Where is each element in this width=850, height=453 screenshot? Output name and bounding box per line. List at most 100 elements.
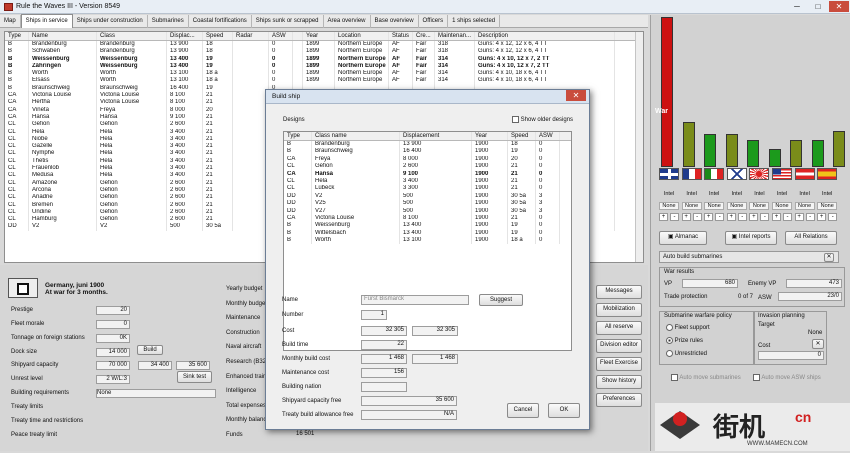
table-row[interactable]: B Elsass Wörth 13 100 18 a 0 1899 Northern Euro… [5, 77, 643, 85]
table-row-cell: 314 [435, 62, 475, 71]
fleet-support-radio[interactable] [666, 324, 673, 331]
field-value-6: None [96, 389, 216, 398]
dialog-close-button[interactable]: ✕ [566, 90, 586, 101]
table-row-cell [293, 55, 303, 63]
design-row-cell: 18 a [508, 237, 536, 245]
design-row[interactable]: CL Gefion 2 600 1900 21 0 [284, 163, 571, 171]
fleet-table-scrollbar[interactable] [635, 32, 643, 262]
auto-move-asw[interactable]: Auto move ASW ships [753, 374, 821, 381]
tab-ships-in-service[interactable]: Ships in service [20, 14, 73, 28]
almanac-icon: ▣ [667, 234, 675, 240]
intel-plus-button[interactable]: + [681, 213, 691, 221]
invasion-toggle[interactable]: ✕ [812, 339, 824, 349]
table-row[interactable]: B Brandenburg Brandenburg 13 900 18 0 1899 Nort… [5, 41, 643, 49]
table-row[interactable]: B Wörth Wörth 13 100 18 a 0 1899 Northern Europ… [5, 70, 643, 78]
design-row[interactable]: DD V2 500 1900 30 5a 3 [284, 192, 571, 201]
intel-minus-button[interactable]: - [692, 213, 702, 221]
tab-officers[interactable]: Officers [419, 15, 449, 28]
table-row-cell: Northern Europe [335, 70, 389, 78]
table-row-cell: 13 100 [167, 70, 203, 78]
design-row[interactable]: CL Hela 3 400 1900 21 0 [284, 177, 571, 186]
design-row[interactable]: CA Hansa 9 100 1900 21 0 [284, 170, 571, 178]
table-row-cell: Hertha [29, 99, 97, 107]
intel-plus-button[interactable]: + [704, 213, 714, 221]
auto-build-toggle[interactable]: ✕ [824, 253, 834, 262]
table-row-cell: Gefion [97, 216, 167, 224]
ok-button[interactable]: OK [548, 403, 580, 418]
minimize-button[interactable]: ─ [787, 1, 807, 12]
designs-header-row-cell: Type [284, 132, 312, 140]
table-row[interactable]: B Weissenburg Weissenburg 13 400 19 0 1899 Nort… [5, 55, 643, 63]
tab-base-overview[interactable]: Base overview [371, 15, 419, 28]
design-row-cell: 3 300 [400, 185, 472, 193]
close-button[interactable]: ✕ [829, 1, 849, 12]
tab-ships-under-construction[interactable]: Ships under construction [73, 15, 148, 28]
intel-minus-button[interactable]: - [670, 213, 679, 221]
design-row[interactable]: B Braunschweig 16 400 1900 19 0 [284, 148, 571, 156]
table-row-cell: Braunschweig [29, 84, 97, 93]
design-name-input[interactable]: Fürst Bismarck [361, 295, 469, 305]
intel-minus-button[interactable]: - [715, 213, 725, 221]
design-row[interactable]: B Brandenburg 13 900 1900 18 0 [284, 141, 571, 149]
design-row[interactable]: CL Lübeck 3 300 1900 21 0 [284, 185, 571, 193]
prize-rules-radio[interactable] [666, 337, 673, 344]
side-button-6[interactable]: Preferences [596, 393, 642, 407]
auto-move-subs[interactable]: Auto move submarines [671, 374, 741, 381]
side-button-2[interactable]: All reserve [596, 321, 642, 335]
fleet-support-option[interactable]: Fleet support [666, 324, 710, 331]
intel-plus-button[interactable]: + [749, 213, 759, 221]
prize-rules-option[interactable]: Prize rules [666, 337, 703, 344]
intel-minus-button[interactable]: - [783, 213, 792, 221]
design-row[interactable]: CA Freya 8 000 1900 20 0 [284, 155, 571, 164]
unrestricted-option[interactable]: Unrestricted [666, 350, 707, 357]
design-row-cell: 1900 [472, 237, 508, 245]
cancel-button[interactable]: Cancel [507, 403, 539, 418]
show-older-checkbox[interactable] [512, 116, 519, 123]
side-button-4[interactable]: Fleet Exercise [596, 357, 642, 371]
table-row-cell: V2 [29, 223, 97, 231]
intel-minus-button[interactable]: - [805, 213, 815, 221]
intel-reports-button[interactable]: ▣ Intel reports [725, 231, 777, 245]
design-row[interactable]: B Weissenburg 13 400 1900 19 0 [284, 222, 571, 230]
tab-area-overview[interactable]: Area overview [324, 15, 371, 28]
side-button-0[interactable]: Messages [596, 285, 642, 299]
table-row[interactable]: B Schwaben Brandenburg 13 900 18 0 1899 Norther… [5, 48, 643, 56]
budget-label-5: Research (B32) [226, 359, 269, 365]
unrestricted-radio[interactable] [666, 350, 673, 357]
side-button-1[interactable]: Mobilization [596, 303, 642, 317]
table-row[interactable]: B Zähringen Weissenburg 13 400 19 0 1899 Northe… [5, 62, 643, 71]
almanac-button[interactable]: ▣ Almanac [659, 231, 707, 245]
tab-coastal-fortifications[interactable]: Coastal fortifications [189, 15, 252, 28]
intel-plus-button[interactable]: + [794, 213, 804, 221]
tab-ships-sunk[interactable]: Ships sunk or scrapped [252, 15, 324, 28]
suggest-button[interactable]: Suggest [479, 294, 523, 306]
intel-minus-button[interactable]: - [760, 213, 770, 221]
side-button-3[interactable]: Division editor [596, 339, 642, 353]
intel-plus-button[interactable]: + [659, 213, 668, 221]
design-row[interactable]: DD V25 500 1900 30 5a 3 [284, 200, 571, 208]
side-button-5[interactable]: Show history [596, 375, 642, 389]
auto-move-subs-checkbox[interactable] [671, 374, 678, 381]
intel-plus-button[interactable]: + [772, 213, 781, 221]
field-label-7: Treaty limits [11, 404, 44, 410]
intel-minus-button[interactable]: - [737, 213, 747, 221]
auto-move-asw-checkbox[interactable] [753, 374, 760, 381]
intel-plus-button[interactable]: + [817, 213, 827, 221]
sink-test-button[interactable]: Sink test [177, 371, 212, 383]
design-row[interactable]: B Wörth 13 100 1900 18 a0 [284, 237, 571, 245]
design-row[interactable]: CA Victoria Louise 8 100 1900 21 0 [284, 214, 571, 223]
table-row-cell: CL [5, 128, 29, 136]
tab-submarines[interactable]: Submarines [148, 15, 189, 28]
all-relations-button[interactable]: All Relations [785, 231, 837, 245]
invasion-box: Invasion planning Target None ✕ Cost 0 [753, 311, 827, 365]
intel-minus-button[interactable]: - [828, 213, 838, 221]
design-row[interactable]: DD V27 500 1900 30 5a 3 [284, 207, 571, 215]
build-dock-button[interactable]: Build [137, 345, 163, 355]
tab-map[interactable]: Map [0, 15, 21, 28]
design-row-cell: 0 [536, 163, 560, 171]
show-older-designs[interactable]: Show older designs [512, 116, 573, 123]
intel-plus-button[interactable]: + [726, 213, 736, 221]
design-row[interactable]: B Wittelsbach 13 400 1900 19 0 [284, 229, 571, 238]
maximize-button[interactable]: □ [808, 1, 828, 12]
number-spinner[interactable]: 1 [361, 310, 387, 320]
